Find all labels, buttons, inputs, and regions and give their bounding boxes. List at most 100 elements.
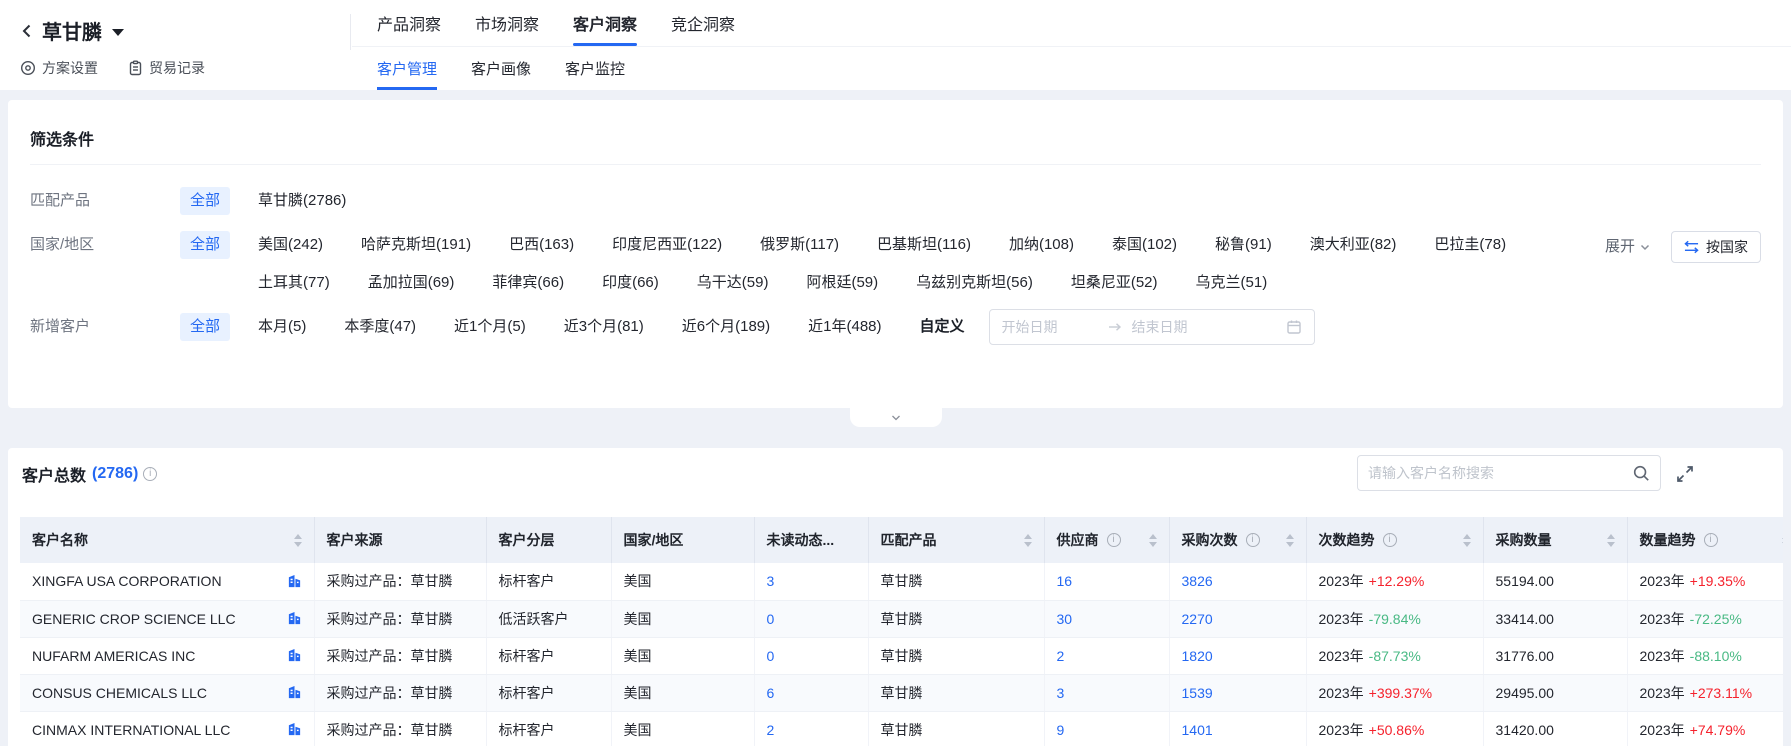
customer-name[interactable]: GENERIC CROP SCIENCE LLC [32, 611, 236, 627]
column-header-quantity[interactable]: 采购数量 [1483, 517, 1627, 563]
info-icon[interactable]: i [1107, 533, 1121, 547]
country-filter-item[interactable]: 澳大利亚(82) [1310, 231, 1397, 259]
country-filter-item[interactable]: 孟加拉国(69) [368, 269, 455, 297]
country-filter-item[interactable]: 秘鲁(91) [1215, 231, 1272, 259]
company-icon[interactable] [287, 574, 302, 589]
suppliers-value[interactable]: 30 [1057, 611, 1073, 627]
info-icon[interactable]: i [143, 467, 157, 481]
purchases-value[interactable]: 1820 [1182, 648, 1213, 664]
search-icon[interactable] [1632, 464, 1650, 482]
cell-purchases[interactable]: 1820 [1169, 637, 1306, 674]
sort-icon[interactable] [1018, 534, 1032, 547]
new-customer-filter-item[interactable]: 本月(5) [258, 313, 306, 341]
country-filter-item[interactable]: 印度尼西亚(122) [612, 231, 722, 259]
country-filter-item[interactable]: 巴基斯坦(116) [877, 231, 971, 259]
suppliers-value[interactable]: 3 [1057, 685, 1065, 701]
unread-value[interactable]: 2 [767, 722, 775, 738]
cell-suppliers[interactable]: 3 [1044, 674, 1169, 711]
customer-name[interactable]: CONSUS CHEMICALS LLC [32, 685, 207, 701]
custom-range-option[interactable]: 自定义 [920, 313, 965, 341]
fullscreen-icon[interactable] [1674, 463, 1696, 485]
column-header-product[interactable]: 匹配产品 [868, 517, 1044, 563]
column-header-suppliers[interactable]: 供应商i [1044, 517, 1169, 563]
country-filter-item[interactable]: 乌克兰(51) [1196, 269, 1268, 297]
country-filter-item[interactable]: 巴拉圭(78) [1434, 231, 1506, 259]
unread-value[interactable]: 0 [767, 648, 775, 664]
subtab-customer-monitor[interactable]: 客户监控 [565, 59, 625, 81]
company-icon[interactable] [287, 685, 302, 700]
sort-icon[interactable] [1776, 534, 1784, 547]
expand-toggle[interactable]: 展开 [1605, 233, 1651, 261]
purchases-value[interactable]: 3826 [1182, 573, 1213, 589]
country-filter-item[interactable]: 土耳其(77) [258, 269, 330, 297]
unread-value[interactable]: 3 [767, 573, 775, 589]
cell-unread[interactable]: 2 [754, 711, 868, 746]
company-icon[interactable] [287, 722, 302, 737]
cell-purchases[interactable]: 2270 [1169, 600, 1306, 637]
cell-purchases[interactable]: 1539 [1169, 674, 1306, 711]
cell-unread[interactable]: 6 [754, 674, 868, 711]
company-icon[interactable] [287, 648, 302, 663]
tab-market-insight[interactable]: 市场洞察 [475, 15, 539, 37]
suppliers-value[interactable]: 2 [1057, 648, 1065, 664]
new-customer-filter-item[interactable]: 近1个月(5) [454, 313, 526, 341]
cell-customer-name[interactable]: NUFARM AMERICAS INC [20, 637, 314, 674]
purchases-value[interactable]: 1401 [1182, 722, 1213, 738]
column-header-count_trend[interactable]: 次数趋势i [1306, 517, 1483, 563]
customer-search-input[interactable] [1368, 465, 1632, 481]
column-header-qty_trend[interactable]: 数量趋势i [1627, 517, 1783, 563]
new-customer-all-chip[interactable]: 全部 [180, 313, 230, 341]
new-customer-filter-item[interactable]: 近3个月(81) [564, 313, 644, 341]
product-dropdown-caret-icon[interactable] [112, 29, 124, 36]
tab-competitor-insight[interactable]: 竞企洞察 [671, 15, 735, 37]
country-filter-item[interactable]: 阿根廷(59) [806, 269, 878, 297]
cell-purchases[interactable]: 1401 [1169, 711, 1306, 746]
sort-icon[interactable] [1143, 534, 1157, 547]
country-all-chip[interactable]: 全部 [180, 231, 230, 259]
product-all-chip[interactable]: 全部 [180, 187, 230, 215]
sort-icon[interactable] [288, 534, 302, 547]
by-country-button[interactable]: 按国家 [1671, 231, 1761, 263]
cell-customer-name[interactable]: CONSUS CHEMICALS LLC [20, 674, 314, 711]
cell-customer-name[interactable]: XINGFA USA CORPORATION [20, 563, 314, 600]
country-filter-item[interactable]: 泰国(102) [1112, 231, 1177, 259]
country-filter-item[interactable]: 俄罗斯(117) [760, 231, 839, 259]
purchases-value[interactable]: 2270 [1182, 611, 1213, 627]
country-filter-item[interactable]: 加纳(108) [1009, 231, 1074, 259]
unread-value[interactable]: 6 [767, 685, 775, 701]
product-filter-item[interactable]: 草甘膦(2786) [258, 187, 346, 215]
cell-suppliers[interactable]: 2 [1044, 637, 1169, 674]
country-filter-item[interactable]: 菲律宾(66) [492, 269, 564, 297]
date-range-picker[interactable]: 开始日期 结束日期 [989, 309, 1315, 345]
sort-icon[interactable] [1601, 534, 1615, 547]
scheme-settings-link[interactable]: 方案设置 [20, 58, 98, 78]
back-icon[interactable] [18, 22, 36, 40]
column-header-purchases[interactable]: 采购次数i [1169, 517, 1306, 563]
country-filter-item[interactable]: 美国(242) [258, 231, 323, 259]
info-icon[interactable]: i [1704, 533, 1718, 547]
new-customer-filter-item[interactable]: 本季度(47) [344, 313, 416, 341]
tab-customer-insight[interactable]: 客户洞察 [573, 15, 637, 37]
new-customer-filter-item[interactable]: 近1年(488) [808, 313, 881, 341]
sort-icon[interactable] [1280, 534, 1294, 547]
cell-purchases[interactable]: 3826 [1169, 563, 1306, 600]
suppliers-value[interactable]: 9 [1057, 722, 1065, 738]
subtab-customer-portrait[interactable]: 客户画像 [471, 59, 531, 81]
collapse-filter-button[interactable] [850, 408, 942, 427]
country-filter-item[interactable]: 坦桑尼亚(52) [1071, 269, 1158, 297]
cell-suppliers[interactable]: 30 [1044, 600, 1169, 637]
suppliers-value[interactable]: 16 [1057, 573, 1073, 589]
trade-records-link[interactable]: 贸易记录 [128, 58, 205, 78]
country-filter-item[interactable]: 乌干达(59) [697, 269, 769, 297]
customer-name[interactable]: CINMAX INTERNATIONAL LLC [32, 722, 230, 738]
country-filter-item[interactable]: 巴西(163) [509, 231, 574, 259]
cell-unread[interactable]: 0 [754, 600, 868, 637]
country-filter-item[interactable]: 印度(66) [602, 269, 659, 297]
customer-name[interactable]: NUFARM AMERICAS INC [32, 648, 195, 664]
unread-value[interactable]: 0 [767, 611, 775, 627]
new-customer-filter-item[interactable]: 近6个月(189) [682, 313, 770, 341]
country-filter-item[interactable]: 哈萨克斯坦(191) [361, 231, 471, 259]
cell-suppliers[interactable]: 9 [1044, 711, 1169, 746]
info-icon[interactable]: i [1246, 533, 1260, 547]
cell-customer-name[interactable]: CINMAX INTERNATIONAL LLC [20, 711, 314, 746]
